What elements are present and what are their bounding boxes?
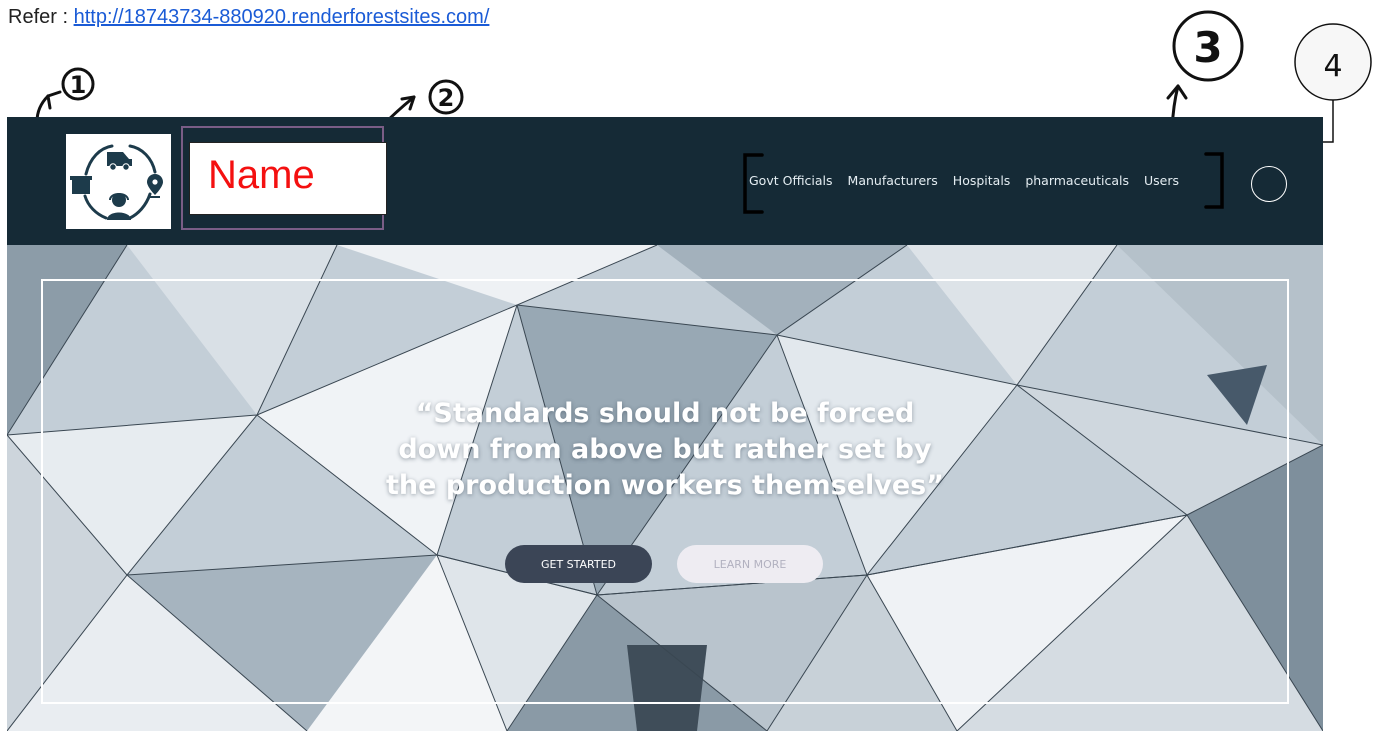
logo[interactable] — [66, 134, 171, 229]
quote-line-1: “Standards should not be forced — [415, 398, 915, 429]
marker-1-text: 1 — [70, 71, 87, 99]
refer-label: Refer : — [8, 6, 74, 28]
quote-line-3: the production workers themselves” — [386, 470, 944, 501]
get-started-button[interactable]: GET STARTED — [505, 545, 652, 583]
marker-4-text: 4 — [1323, 49, 1342, 84]
quote-line-2: down from above but rather set by — [398, 434, 932, 465]
nav-item-govt-officials[interactable]: Govt Officials — [749, 173, 833, 188]
profile-circle-button[interactable] — [1251, 166, 1287, 202]
refer-link[interactable]: http://18743734-880920.renderforestsites… — [74, 6, 490, 28]
package-box-icon — [70, 176, 92, 194]
nav-menu: Govt Officials Manufacturers Hospitals p… — [749, 173, 1179, 188]
marker-2-text: 2 — [438, 84, 455, 112]
delivery-van-icon — [107, 152, 132, 171]
hero-section: “Standards should not be forced down fro… — [7, 245, 1323, 731]
site-name-text: Name — [208, 153, 315, 197]
refer-line: Refer : http://18743734-880920.renderfor… — [8, 6, 489, 29]
customer-support-icon — [107, 193, 131, 220]
nav-item-hospitals[interactable]: Hospitals — [953, 173, 1011, 188]
website-mockup: Name Govt Officials Manufacturers Hospit… — [7, 117, 1323, 731]
hero-quote: “Standards should not be forced down fro… — [265, 396, 1065, 504]
cycle-arrows-icon — [70, 144, 163, 220]
marker-3-text: 3 — [1193, 23, 1222, 72]
nav-item-pharmaceuticals[interactable]: pharmaceuticals — [1025, 173, 1129, 188]
navbar: Name Govt Officials Manufacturers Hospit… — [7, 117, 1323, 245]
learn-more-button[interactable]: LEARN MORE — [677, 545, 823, 583]
nav-bracket-right — [1204, 152, 1224, 209]
nav-item-users[interactable]: Users — [1144, 173, 1179, 188]
site-name-box[interactable]: Name — [189, 142, 387, 215]
nav-item-manufacturers[interactable]: Manufacturers — [848, 173, 938, 188]
